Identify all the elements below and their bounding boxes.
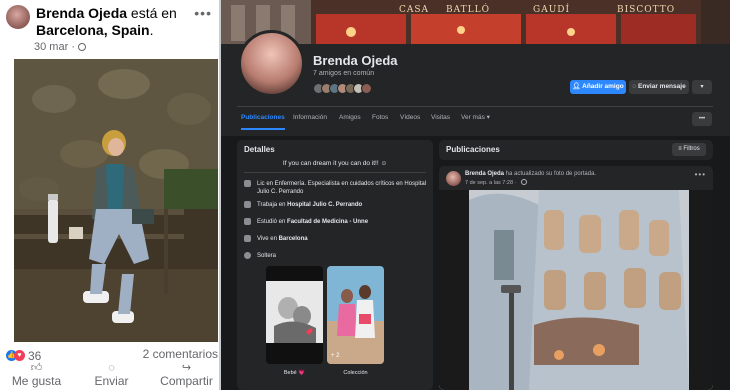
tab-amigos[interactable]: Amigos <box>339 108 361 128</box>
detail-text: Vive en <box>257 236 279 242</box>
featured-cover-image <box>327 266 384 364</box>
profile-name: Brenda Ojeda <box>313 53 398 68</box>
post-date-sep: · <box>71 41 75 53</box>
share-icon: ↪ <box>181 362 192 374</box>
posts-title: Publicaciones <box>446 145 500 154</box>
post-card-photo[interactable] <box>439 190 713 390</box>
add-friend-icon: 👤︎ <box>572 83 583 90</box>
post-card-photo-image <box>439 190 713 390</box>
love-reaction-icon: ♥ <box>14 350 25 362</box>
profile-page: CASA BATLLÓ GAUDÍ BISCOTTO Brenda Ojeda … <box>221 0 730 390</box>
reaction-count: 36 <box>28 348 42 363</box>
post-card-author[interactable]: Brenda Ojeda <box>465 171 504 177</box>
post-author-line: Brenda Ojeda está en <box>36 5 177 22</box>
friend-avatar[interactable] <box>361 83 372 94</box>
post-stats: 👍 ♥ 36 2 comentarios <box>6 347 218 363</box>
profile-bio: If you can dream it you can do it!! ☺ <box>282 160 388 167</box>
tab-visitas[interactable]: Visitas <box>431 108 450 128</box>
post-location-suffix: . <box>149 22 154 38</box>
post-location-line: Barcelona, Spain. <box>36 22 153 39</box>
post-is-in: está en <box>130 5 177 21</box>
detail-text: Soltera <box>257 253 277 259</box>
featured-story-coleccion[interactable]: + 2 <box>327 266 384 364</box>
messenger-icon: ◌ <box>108 362 115 374</box>
tab-publicaciones[interactable]: Publicaciones <box>241 108 285 130</box>
add-friend-button[interactable]: 👤︎ Añadir amigo <box>570 80 626 94</box>
cover-sign-3: GAUDÍ <box>533 5 571 15</box>
post-card-date-text: 7 de sep. a las 7:28 · <box>465 180 518 186</box>
globe-icon <box>77 43 86 51</box>
avatar[interactable] <box>446 171 461 186</box>
post-card-date[interactable]: 7 de sep. a las 7:28 · <box>465 179 527 186</box>
detail-link[interactable]: Facultad de Medicina - Unne <box>287 219 368 225</box>
add-friend-label: Añadir amigo <box>582 83 624 90</box>
chevron-down-icon[interactable]: ▾ <box>692 80 712 94</box>
details-title: Detalles <box>244 145 275 154</box>
filters-button[interactable]: ≡ Filtros <box>672 143 706 156</box>
post-date[interactable]: 30 mar · <box>34 41 86 53</box>
tab-ver-mas[interactable]: Ver más ▾ <box>461 108 490 128</box>
send-message-label: Enviar mensaje <box>637 83 686 90</box>
cover-sign-1: CASA <box>399 5 430 15</box>
comments-count[interactable]: 2 comentarios <box>143 347 218 361</box>
post-card-title: Brenda Ojeda ha actualizado su foto de p… <box>465 171 596 177</box>
post-author-name[interactable]: Brenda Ojeda <box>36 5 127 21</box>
post-card-action: ha actualizado su foto de portada. <box>504 171 597 177</box>
home-icon <box>244 235 251 242</box>
send-label: Enviar <box>94 374 129 388</box>
post-location[interactable]: Barcelona, Spain <box>36 22 150 38</box>
post-actions: 👍︎ Me gusta ◌ Enviar ↪ Compartir <box>0 362 220 390</box>
like-button[interactable]: 👍︎ Me gusta <box>0 362 73 388</box>
share-label: Compartir <box>160 374 213 388</box>
post-photo-image <box>14 59 218 342</box>
cover-sign-4: BISCOTTO <box>617 5 676 15</box>
featured-label-coleccion: Colección <box>343 370 368 376</box>
featured-cover-image <box>266 266 323 364</box>
filters-label: Filtros <box>683 146 700 152</box>
briefcase-icon <box>244 180 251 187</box>
avatar[interactable] <box>6 5 30 29</box>
globe-icon <box>520 179 527 185</box>
detail-text: Lic en Enfermería. Especialista en cuida… <box>257 181 427 195</box>
thumbs-up-icon: 👍︎ <box>30 362 43 374</box>
tab-videos[interactable]: Vídeos <box>400 108 420 128</box>
send-message-button[interactable]: ◌ Enviar mensaje <box>629 80 689 94</box>
featured-label-bebe: Bebé 💗 <box>283 370 306 376</box>
detail-link[interactable]: Hospital Julio C. Perrando <box>287 202 362 208</box>
heart-icon <box>244 252 251 259</box>
screenshot-root: Brenda Ojeda está en Barcelona, Spain. 3… <box>0 0 730 390</box>
reactions[interactable]: 👍 ♥ 36 <box>6 348 41 363</box>
more-options-icon[interactable]: ••• <box>692 112 712 126</box>
briefcase-icon <box>244 201 251 208</box>
mutual-friends[interactable]: 7 amigos en común <box>313 70 374 77</box>
tab-fotos[interactable]: Fotos <box>372 108 388 128</box>
detail-link[interactable]: Barcelona <box>279 236 308 242</box>
posts-header: Publicaciones ≡ Filtros <box>439 140 713 160</box>
header-divider <box>237 106 713 107</box>
featured-story-bebe[interactable] <box>266 266 323 364</box>
post-header: Brenda Ojeda está en Barcelona, Spain. 3… <box>6 5 218 57</box>
details-divider <box>244 172 426 173</box>
like-label: Me gusta <box>11 374 62 388</box>
details-card: Detalles If you can dream it you can do … <box>237 140 433 390</box>
mutual-friend-avatars <box>313 81 372 94</box>
detail-text: Trabaja en <box>257 202 288 208</box>
featured-count: + 2 <box>331 353 340 359</box>
send-button[interactable]: ◌ Enviar <box>75 362 148 388</box>
graduation-cap-icon <box>244 218 251 225</box>
left-post: Brenda Ojeda está en Barcelona, Spain. 3… <box>0 0 220 390</box>
profile-header: Brenda Ojeda 7 amigos en común 👤︎ Añadir… <box>221 30 730 136</box>
more-options-icon[interactable]: ••• <box>194 5 212 21</box>
post-date-text: 30 mar <box>34 41 69 53</box>
detail-text: Estudió en <box>257 219 288 225</box>
more-options-icon[interactable]: ••• <box>695 170 706 179</box>
profile-avatar[interactable] <box>238 30 305 97</box>
cover-photo[interactable]: CASA BATLLÓ GAUDÍ BISCOTTO <box>221 0 730 44</box>
cover-sign-2: BATLLÓ <box>446 5 490 15</box>
share-button[interactable]: ↪ Compartir <box>150 362 223 388</box>
post-card: Brenda Ojeda ha actualizado su foto de p… <box>439 166 713 390</box>
post-photo[interactable] <box>14 59 218 342</box>
tab-informacion[interactable]: Información <box>293 108 327 128</box>
